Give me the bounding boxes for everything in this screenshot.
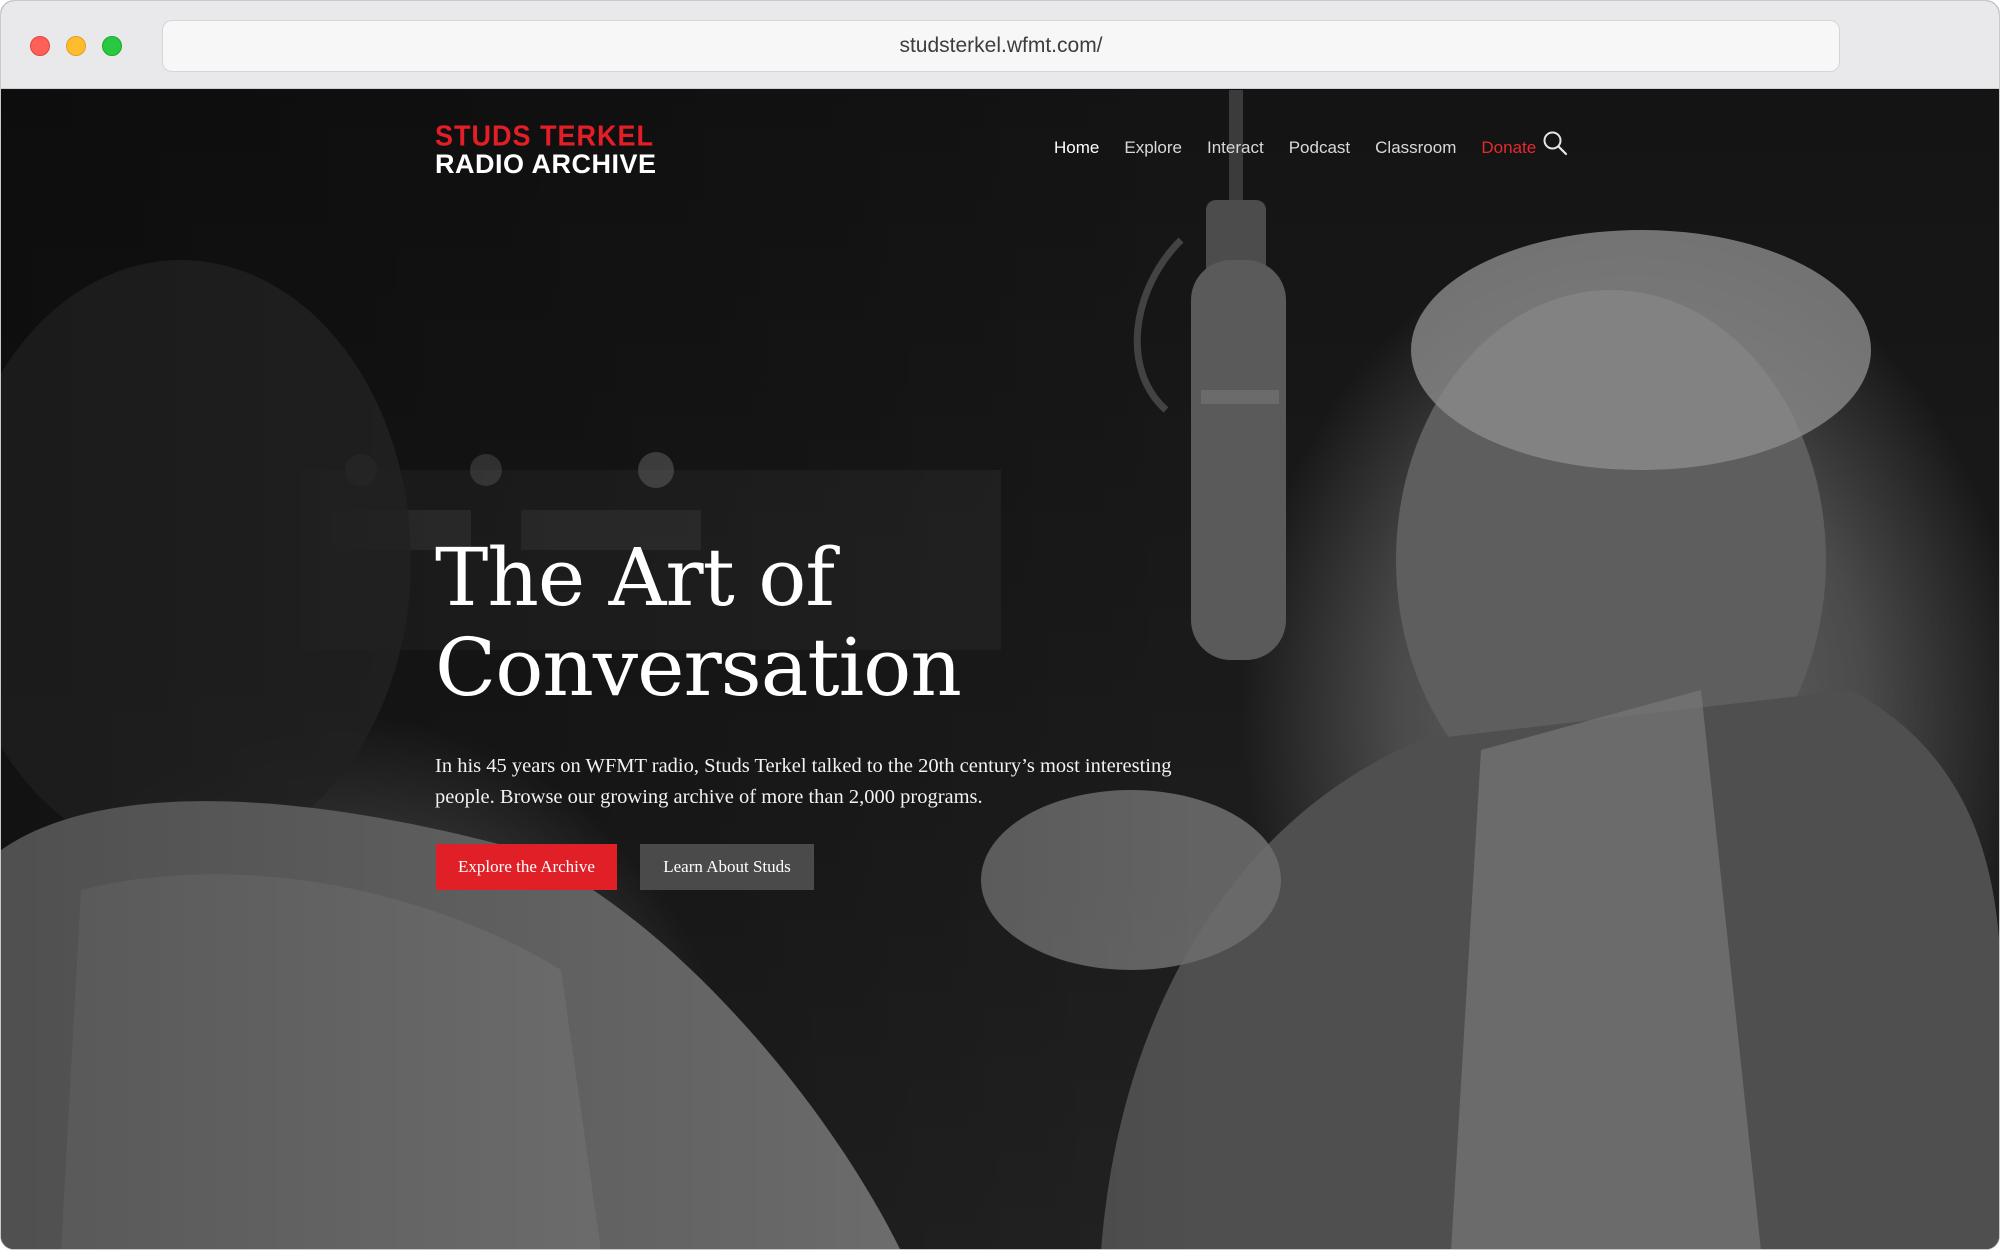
learn-about-studs-button-label: Learn About Studs	[663, 857, 791, 876]
search-icon[interactable]	[1542, 130, 1568, 156]
hero-title-line-1: The Art of	[435, 531, 835, 624]
minimize-window-button[interactable]	[66, 36, 86, 56]
explore-archive-button-label: Explore the Archive	[458, 857, 595, 876]
site-logo[interactable]: STUDS TERKEL RADIO ARCHIVE	[435, 120, 657, 179]
nav-explore[interactable]: Explore	[1124, 138, 1182, 158]
close-window-button[interactable]	[30, 36, 50, 56]
logo-line-2: RADIO ARCHIVE	[435, 149, 657, 179]
nav-podcast[interactable]: Podcast	[1289, 138, 1350, 158]
nav-classroom[interactable]: Classroom	[1375, 138, 1456, 158]
learn-about-studs-button[interactable]: Learn About Studs	[640, 844, 814, 890]
browser-window: studsterkel.wfmt.com/ STUDS TERKEL RADIO…	[0, 0, 2000, 1250]
explore-archive-button[interactable]: Explore the Archive	[436, 844, 617, 890]
address-bar-url: studsterkel.wfmt.com/	[899, 34, 1103, 57]
browser-toolbar: studsterkel.wfmt.com/	[1, 1, 1999, 89]
nav-interact[interactable]: Interact	[1207, 138, 1264, 158]
address-bar[interactable]: studsterkel.wfmt.com/	[162, 20, 1840, 72]
zoom-window-button[interactable]	[102, 36, 122, 56]
hero-title-line-2: Conversation	[435, 621, 962, 714]
main-nav: Home Explore Interact Podcast Classroom …	[1054, 138, 1561, 158]
logo-line-1: STUDS TERKEL	[435, 120, 655, 152]
hero-section: STUDS TERKEL RADIO ARCHIVE Home Explore …	[1, 90, 1999, 1249]
nav-donate[interactable]: Donate	[1481, 138, 1536, 158]
hero-intro: In his 45 years on WFMT radio, Studs Ter…	[435, 755, 1172, 808]
hero-title: The Art of Conversation	[435, 533, 1135, 713]
nav-home[interactable]: Home	[1054, 138, 1099, 158]
